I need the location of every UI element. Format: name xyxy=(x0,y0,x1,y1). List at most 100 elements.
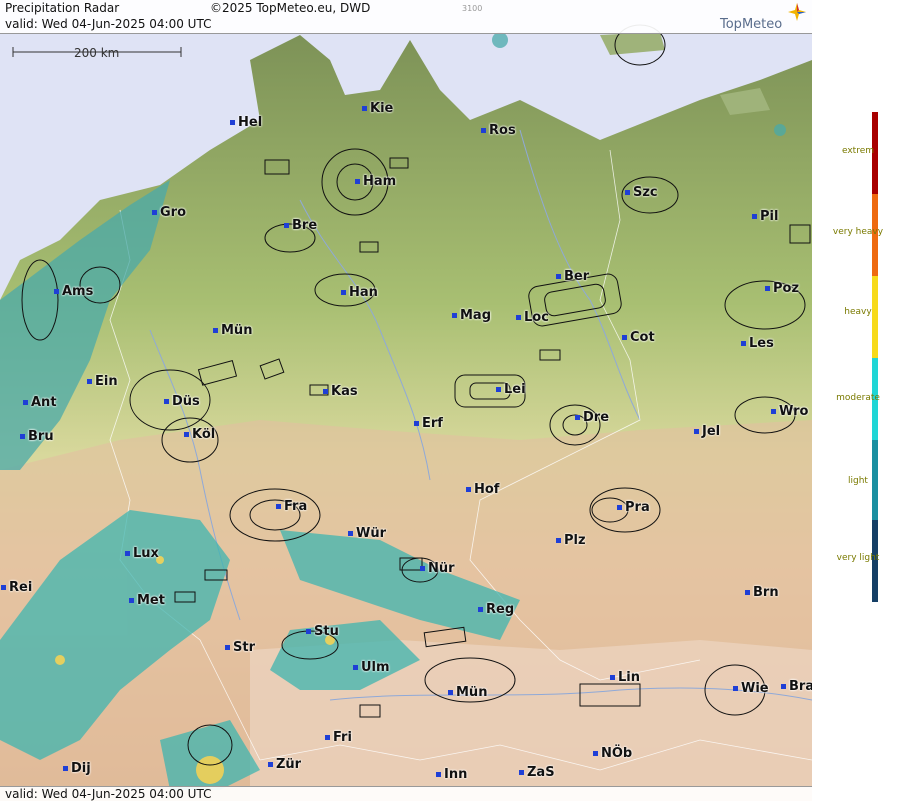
city-label: Les xyxy=(741,336,774,351)
legend-label-light: light xyxy=(848,476,868,486)
city-label: Nür xyxy=(420,561,455,576)
city-marker-icon xyxy=(23,400,28,405)
city-marker-icon xyxy=(593,751,598,756)
footer-bar: valid: Wed 04-Jun-2025 04:00 UTC xyxy=(0,786,812,801)
city-label: Wie xyxy=(733,681,769,696)
city-label: Ros xyxy=(481,123,516,138)
city-label: Reg xyxy=(478,602,514,617)
scale-bar: 200 km xyxy=(12,44,182,62)
map-title: Precipitation Radar xyxy=(5,1,120,15)
compass-star-icon xyxy=(788,3,806,21)
city-label: Hof xyxy=(466,482,499,497)
city-marker-icon xyxy=(452,313,457,318)
city-marker-icon xyxy=(745,590,750,595)
city-label: Bra xyxy=(781,679,812,694)
city-marker-icon xyxy=(752,214,757,219)
city-marker-icon xyxy=(414,421,419,426)
city-marker-icon xyxy=(556,274,561,279)
city-marker-icon xyxy=(765,286,770,291)
city-label: Inn xyxy=(436,767,467,782)
city-marker-icon xyxy=(325,735,330,740)
city-marker-icon xyxy=(733,686,738,691)
terrain-layer xyxy=(0,0,812,801)
legend-color-bar xyxy=(872,112,878,602)
city-label: Pra xyxy=(617,500,650,515)
legend-label-heavy: heavy xyxy=(844,307,872,317)
city-label: NÖb xyxy=(593,746,632,761)
city-label: Han xyxy=(341,285,378,300)
city-marker-icon xyxy=(519,770,524,775)
city-label: Pil xyxy=(752,209,778,224)
city-marker-icon xyxy=(694,429,699,434)
city-label: Stu xyxy=(306,624,339,639)
city-marker-icon xyxy=(63,766,68,771)
city-label: Poz xyxy=(765,281,799,296)
radar-map[interactable]: Precipitation Radar ©2025 TopMeteo.eu, D… xyxy=(0,0,813,801)
city-marker-icon xyxy=(323,389,328,394)
city-label: Ber xyxy=(556,269,589,284)
map-code: 3100 xyxy=(462,4,483,13)
city-label: Dre xyxy=(575,410,609,425)
city-label: Mün xyxy=(213,323,252,338)
city-marker-icon xyxy=(341,290,346,295)
city-marker-icon xyxy=(152,210,157,215)
header-bar: Precipitation Radar ©2025 TopMeteo.eu, D… xyxy=(0,0,812,34)
city-marker-icon xyxy=(575,415,580,420)
city-marker-icon xyxy=(420,566,425,571)
city-marker-icon xyxy=(353,665,358,670)
city-label: Kie xyxy=(362,101,393,116)
city-label: Lei xyxy=(496,382,526,397)
city-label: Jel xyxy=(694,424,720,439)
city-label: Ein xyxy=(87,374,118,389)
city-label: Lin xyxy=(610,670,640,685)
copyright: ©2025 TopMeteo.eu, DWD xyxy=(210,1,371,15)
city-marker-icon xyxy=(436,772,441,777)
city-label: Gro xyxy=(152,205,186,220)
city-marker-icon xyxy=(284,223,289,228)
city-label: Wür xyxy=(348,526,386,541)
city-label: Str xyxy=(225,640,255,655)
city-label: Met xyxy=(129,593,165,608)
city-marker-icon xyxy=(164,399,169,404)
city-label: Mag xyxy=(452,308,491,323)
city-label: Ams xyxy=(54,284,93,299)
city-marker-icon xyxy=(448,690,453,695)
city-marker-icon xyxy=(87,379,92,384)
city-marker-icon xyxy=(556,538,561,543)
city-marker-icon xyxy=(276,504,281,509)
city-marker-icon xyxy=(1,585,6,590)
city-marker-icon xyxy=(610,675,615,680)
city-marker-icon xyxy=(622,335,627,340)
city-marker-icon xyxy=(478,607,483,612)
topmeteo-logo: TopMeteo xyxy=(720,3,812,33)
city-label: Ham xyxy=(355,174,396,189)
city-label: Erf xyxy=(414,416,443,431)
city-label: Lux xyxy=(125,546,159,561)
city-marker-icon xyxy=(771,409,776,414)
city-marker-icon xyxy=(306,629,311,634)
city-label: Dij xyxy=(63,761,91,776)
city-marker-icon xyxy=(125,551,130,556)
city-label: Brn xyxy=(745,585,779,600)
city-label: Fri xyxy=(325,730,352,745)
city-marker-icon xyxy=(362,106,367,111)
city-marker-icon xyxy=(20,434,25,439)
city-label: Wro xyxy=(771,404,808,419)
legend-label-very-light: very light xyxy=(836,553,880,563)
city-label: Hel xyxy=(230,115,262,130)
city-marker-icon xyxy=(348,531,353,536)
valid-time-footer: valid: Wed 04-Jun-2025 04:00 UTC xyxy=(5,787,212,801)
city-marker-icon xyxy=(268,762,273,767)
city-marker-icon xyxy=(617,505,622,510)
city-label: Rei xyxy=(1,580,32,595)
city-label: Bru xyxy=(20,429,54,444)
city-label: Szc xyxy=(625,185,658,200)
city-marker-icon xyxy=(225,645,230,650)
city-marker-icon xyxy=(781,684,786,689)
valid-time: valid: Wed 04-Jun-2025 04:00 UTC xyxy=(5,17,212,31)
city-marker-icon xyxy=(230,120,235,125)
legend-swatch-heavy xyxy=(872,276,878,358)
legend-label-extrem: extrem xyxy=(841,146,875,156)
city-marker-icon xyxy=(355,179,360,184)
city-label: Köl xyxy=(184,427,215,442)
